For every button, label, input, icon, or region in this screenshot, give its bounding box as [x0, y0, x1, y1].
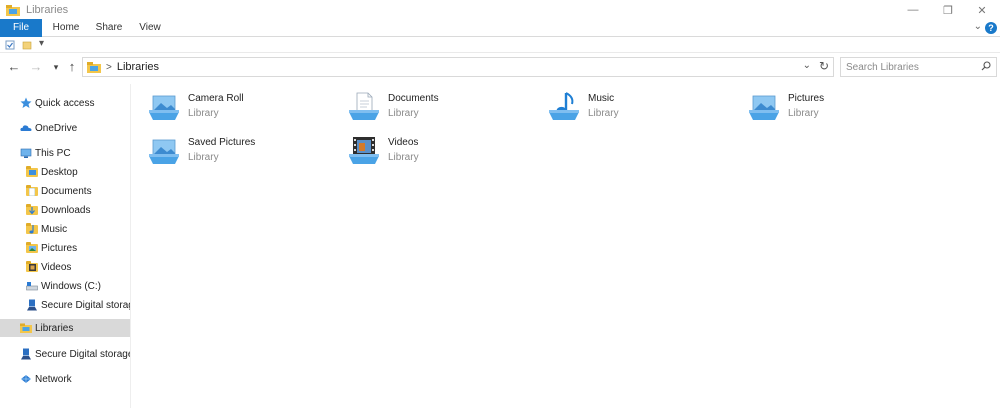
library-name: Pictures: [788, 93, 825, 104]
nav-item-secure-digital-storage[interactable]: Secure Digital storage: [26, 296, 130, 314]
help-icon[interactable]: ?: [985, 22, 997, 34]
minimize-button[interactable]: —: [893, 0, 933, 20]
documents-folder-icon: [26, 185, 38, 197]
library-type: Library: [188, 108, 219, 119]
search-input[interactable]: [841, 58, 971, 76]
library-item-pictures[interactable]: Pictures Library: [731, 84, 921, 124]
videos-library-icon: [349, 137, 379, 164]
back-button[interactable]: ←: [6, 58, 22, 76]
tab-file[interactable]: File: [0, 19, 42, 37]
forward-button[interactable]: →: [28, 58, 44, 76]
search-icon[interactable]: [981, 61, 991, 71]
nav-item-onedrive[interactable]: OneDrive: [20, 119, 130, 137]
library-type: Library: [588, 108, 619, 119]
up-button[interactable]: ↑: [64, 58, 80, 76]
ribbon-tabs: File Home Share View ⌄ ?: [0, 19, 1000, 37]
library-type: Library: [788, 108, 819, 119]
nav-item-label: Downloads: [41, 204, 91, 216]
sd-card-icon: [26, 299, 38, 311]
star-icon: [20, 97, 32, 109]
nav-item-videos[interactable]: Videos: [26, 258, 130, 276]
navigation-bar: ← → ▾ ↑ > Libraries ⌄ ↻: [0, 56, 1000, 78]
library-type: Library: [188, 152, 219, 163]
nav-item-documents[interactable]: Documents: [26, 182, 130, 200]
library-item-videos[interactable]: Videos Library: [331, 128, 521, 168]
nav-item-secure-digital-storage-d[interactable]: Secure Digital storage d: [20, 345, 130, 363]
recent-locations-button[interactable]: ▾: [48, 58, 64, 76]
customize-toolbar-icon[interactable]: ▾: [39, 38, 49, 49]
downloads-folder-icon: [26, 204, 38, 216]
pictures-library-icon: [749, 95, 779, 120]
nav-item-label: Documents: [41, 185, 92, 197]
nav-item-label: OneDrive: [35, 122, 78, 134]
nav-item-this-pc[interactable]: This PC: [20, 144, 130, 162]
music-library-icon: [549, 92, 579, 120]
drive-icon: [26, 280, 38, 292]
nav-item-network[interactable]: Network: [20, 370, 130, 388]
refresh-icon[interactable]: ↻: [819, 59, 829, 73]
documents-library-icon: [349, 92, 379, 120]
quick-access-toolbar: ▾: [0, 37, 1000, 53]
library-item-camera-roll[interactable]: Camera Roll Library: [131, 84, 321, 124]
sd-card-icon: [20, 348, 32, 360]
search-box[interactable]: [840, 57, 997, 77]
nav-item-label: Quick access: [35, 97, 95, 109]
file-list: Camera Roll Library Documents Library Mu…: [131, 84, 1000, 408]
title-bar: Libraries — ❐ ✕: [0, 0, 1000, 20]
library-type: Library: [388, 152, 419, 163]
library-item-documents[interactable]: Documents Library: [331, 84, 521, 124]
nav-item-libraries[interactable]: Libraries: [0, 319, 130, 337]
window-title: Libraries: [26, 4, 69, 16]
nav-item-label: Music: [41, 223, 68, 235]
nav-item-label: Desktop: [41, 166, 78, 178]
pictures-library-icon: [149, 139, 179, 164]
nav-item-label: Libraries: [35, 322, 74, 334]
nav-item-label: Pictures: [41, 242, 78, 254]
nav-item-quick-access[interactable]: Quick access: [20, 94, 130, 112]
new-folder-icon[interactable]: [22, 40, 32, 50]
tab-home[interactable]: Home: [50, 19, 82, 37]
libraries-icon: [20, 322, 32, 334]
music-folder-icon: [26, 223, 38, 235]
tab-view[interactable]: View: [136, 19, 164, 37]
pictures-folder-icon: [26, 242, 38, 254]
nav-item-desktop[interactable]: Desktop: [26, 163, 130, 181]
navigation-pane: Quick access OneDrive This PC Desktop Do…: [0, 84, 131, 408]
nav-item-windows-c[interactable]: Windows (C:): [26, 277, 130, 295]
libraries-icon: [6, 4, 20, 16]
nav-item-label: Windows (C:): [41, 280, 102, 292]
nav-item-downloads[interactable]: Downloads: [26, 201, 130, 219]
nav-item-music[interactable]: Music: [26, 220, 130, 238]
expand-ribbon-icon[interactable]: ⌄: [974, 21, 982, 32]
tab-share[interactable]: Share: [92, 19, 126, 37]
nav-item-label: Secure Digital storage d: [35, 348, 130, 360]
computer-icon: [20, 147, 32, 159]
library-item-music[interactable]: Music Library: [531, 84, 721, 124]
network-icon: [20, 373, 32, 385]
library-name: Saved Pictures: [188, 137, 256, 148]
videos-folder-icon: [26, 261, 38, 273]
cloud-icon: [20, 122, 32, 134]
close-button[interactable]: ✕: [962, 0, 1000, 20]
library-name: Videos: [388, 137, 419, 148]
breadcrumb[interactable]: Libraries: [117, 61, 159, 73]
address-history-icon[interactable]: ⌄: [803, 60, 811, 71]
nav-item-label: Videos: [41, 261, 72, 273]
library-name: Camera Roll: [188, 93, 244, 104]
properties-icon[interactable]: [5, 40, 15, 50]
libraries-icon: [87, 61, 101, 73]
library-type: Library: [388, 108, 419, 119]
nav-item-pictures[interactable]: Pictures: [26, 239, 130, 257]
library-name: Documents: [388, 93, 439, 104]
desktop-folder-icon: [26, 166, 38, 178]
library-item-saved-pictures[interactable]: Saved Pictures Library: [131, 128, 321, 168]
nav-item-label: Network: [35, 373, 72, 385]
breadcrumb-separator[interactable]: >: [106, 62, 112, 73]
pictures-library-icon: [149, 95, 179, 120]
library-name: Music: [588, 93, 615, 104]
nav-item-label: Secure Digital storage: [41, 299, 130, 311]
address-bar[interactable]: > Libraries ⌄ ↻: [82, 57, 834, 77]
nav-item-label: This PC: [35, 147, 71, 159]
